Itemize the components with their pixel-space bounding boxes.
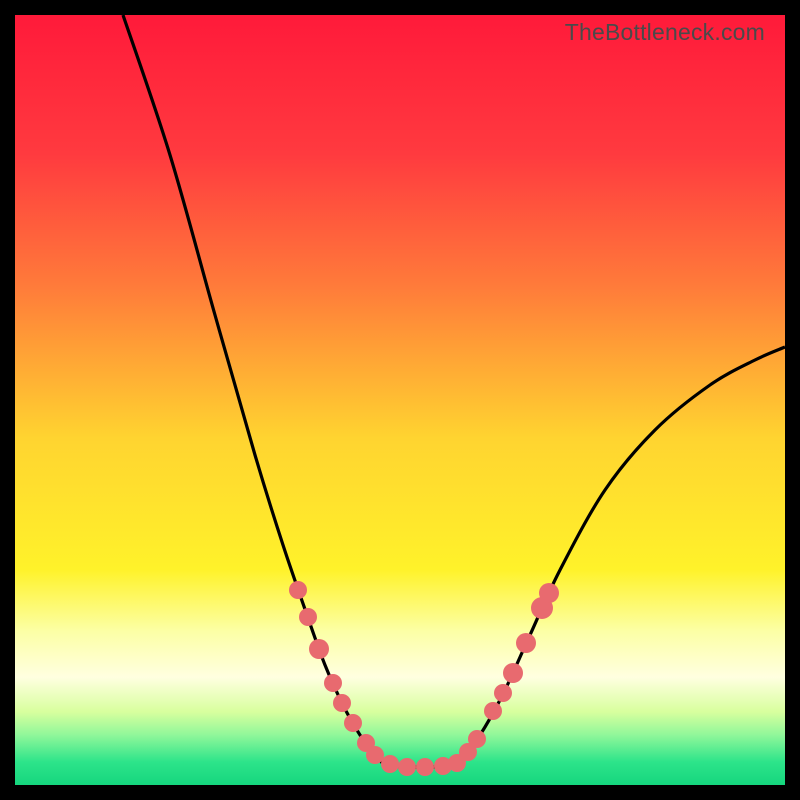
bottleneck-curve (123, 15, 785, 767)
data-marker (398, 758, 416, 776)
data-marker (344, 714, 362, 732)
data-marker (484, 702, 502, 720)
data-marker (289, 581, 307, 599)
data-marker (468, 730, 486, 748)
data-marker (366, 746, 384, 764)
data-marker (416, 758, 434, 776)
data-marker (516, 633, 536, 653)
data-marker (309, 639, 329, 659)
data-marker (503, 663, 523, 683)
data-marker (539, 583, 559, 603)
data-marker (324, 674, 342, 692)
data-marker (299, 608, 317, 626)
chart-plot (15, 15, 785, 785)
data-marker (381, 755, 399, 773)
data-markers-group (289, 581, 559, 776)
watermark-text: TheBottleneck.com (565, 19, 765, 46)
data-marker (333, 694, 351, 712)
data-marker (494, 684, 512, 702)
chart-frame: TheBottleneck.com (15, 15, 785, 785)
